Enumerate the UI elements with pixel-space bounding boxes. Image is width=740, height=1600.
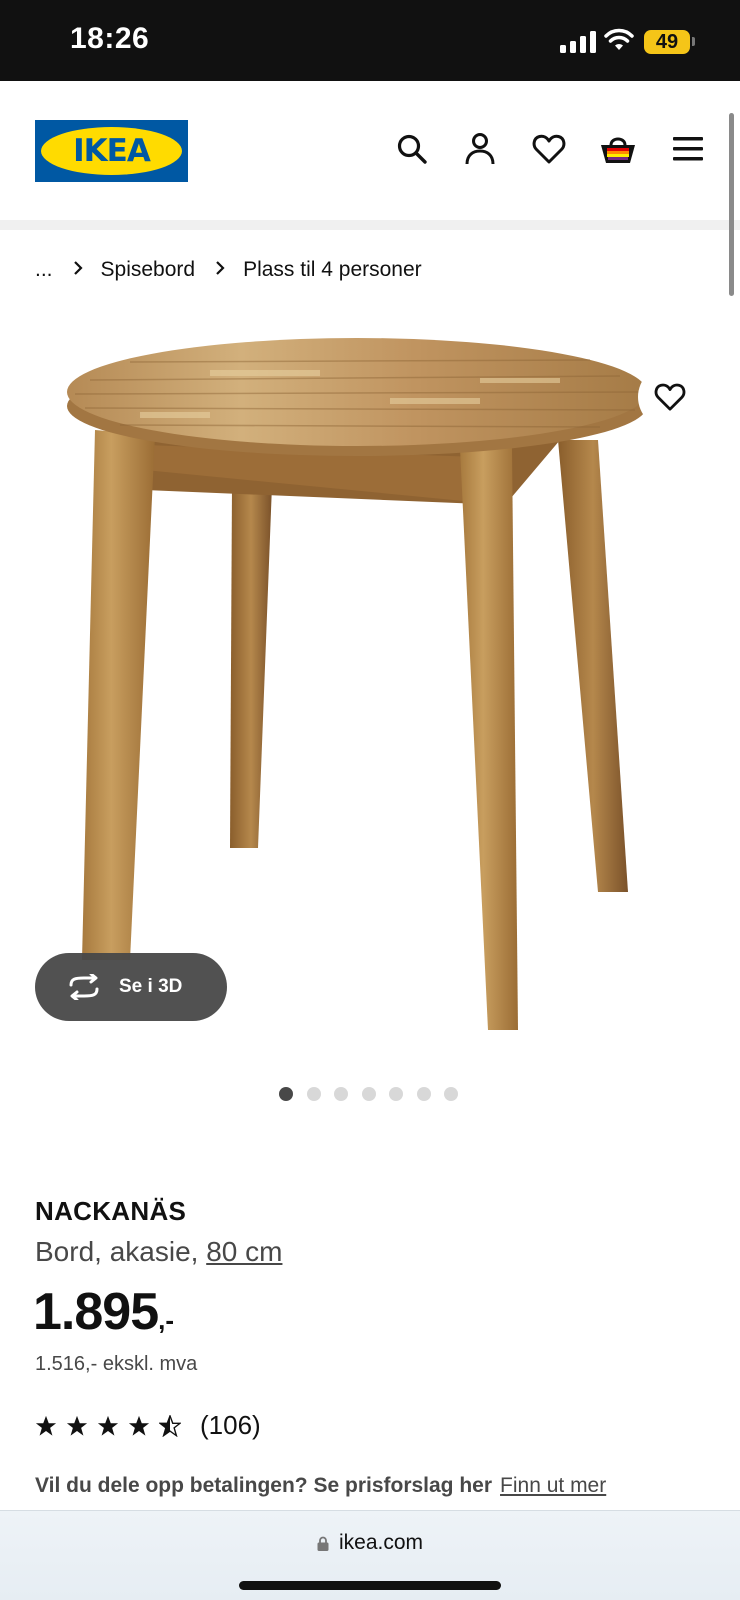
gallery-dot-1[interactable]: [279, 1087, 293, 1101]
favorites-icon[interactable]: [529, 129, 569, 169]
battery-icon: 49: [644, 30, 690, 54]
rating-count: (106): [200, 1410, 261, 1440]
scrollbar[interactable]: [729, 113, 734, 296]
product-size-link[interactable]: 80 cm: [206, 1236, 282, 1267]
ikea-logo[interactable]: IKEA: [35, 120, 188, 182]
product-name: NACKANÄS: [35, 1196, 187, 1226]
installment-link[interactable]: Finn ut mer: [500, 1474, 606, 1497]
product-price: 1.895,-: [33, 1282, 174, 1342]
battery-cap: [692, 37, 695, 46]
url-text: ikea.com: [338, 1531, 424, 1554]
gallery-dot-4[interactable]: [361, 1087, 376, 1101]
search-icon[interactable]: [392, 129, 432, 169]
gallery-dot-2[interactable]: [306, 1087, 321, 1101]
view-in-3d-button[interactable]: Se i 3D: [35, 953, 227, 1021]
lock-icon: [317, 1536, 329, 1551]
menu-icon[interactable]: [668, 129, 708, 169]
site-header: IKEA: [0, 81, 740, 220]
price-suffix: ,-: [158, 1305, 175, 1335]
url-display[interactable]: ikea.com: [0, 1531, 740, 1555]
star-icon: [35, 1415, 57, 1436]
gallery-pagination: [279, 1087, 472, 1101]
chevron-right-icon: [67, 257, 89, 279]
wifi-icon: [604, 28, 634, 50]
logo-text: IKEA: [73, 133, 151, 169]
status-bar: 18:26 49: [0, 0, 740, 81]
breadcrumb-spisebord[interactable]: Spisebord: [101, 258, 196, 282]
product-description-text: Bord, akasie,: [35, 1236, 207, 1267]
browser-address-bar[interactable]: ikea.com: [0, 1510, 740, 1600]
gallery-dot-6[interactable]: [416, 1087, 431, 1101]
price-main: 1.895: [33, 1283, 159, 1341]
breadcrumb: ... Spisebord Plass til 4 personer: [35, 255, 422, 285]
star-icon: [66, 1415, 88, 1436]
logo-oval: IKEA: [41, 127, 182, 175]
chevron-right-icon: [209, 257, 231, 279]
status-time: 18:26: [70, 22, 150, 55]
star-icon: [97, 1415, 119, 1436]
price-ex-vat: 1.516,- ekskl. mva: [35, 1353, 198, 1375]
heart-icon: [654, 383, 686, 411]
breadcrumb-current[interactable]: Plass til 4 personer: [243, 258, 422, 282]
view-in-3d-label: Se i 3D: [119, 976, 183, 997]
cellular-signal-icon: [560, 31, 596, 53]
gallery-dot-5[interactable]: [389, 1087, 403, 1101]
installment-text: Vil du dele opp betalingen? Se prisforsl…: [35, 1474, 493, 1497]
gallery-dot-7[interactable]: [444, 1087, 458, 1101]
account-icon[interactable]: [460, 129, 500, 169]
star-icon: [128, 1415, 150, 1436]
header-divider: [0, 220, 740, 230]
rating-stars: [35, 1414, 190, 1437]
installment-info: Vil du dele opp betalingen? Se prisforsl…: [35, 1474, 606, 1498]
product-page: 18:26 49 IKEA ... Spisebord Plass til 4 …: [0, 0, 740, 1600]
shopping-bag-icon[interactable]: [598, 129, 638, 169]
product-rating[interactable]: (106): [35, 1410, 261, 1441]
gallery-dot-3[interactable]: [334, 1087, 348, 1101]
half-star-icon: [159, 1414, 181, 1437]
rotate-3d-icon: [69, 974, 99, 1000]
product-image-table[interactable]: [60, 330, 670, 1060]
add-to-favorites-button[interactable]: [638, 365, 702, 429]
home-indicator[interactable]: [239, 1581, 501, 1590]
product-description: Bord, akasie, 80 cm: [35, 1236, 282, 1268]
breadcrumb-ellipsis[interactable]: ...: [35, 258, 53, 282]
